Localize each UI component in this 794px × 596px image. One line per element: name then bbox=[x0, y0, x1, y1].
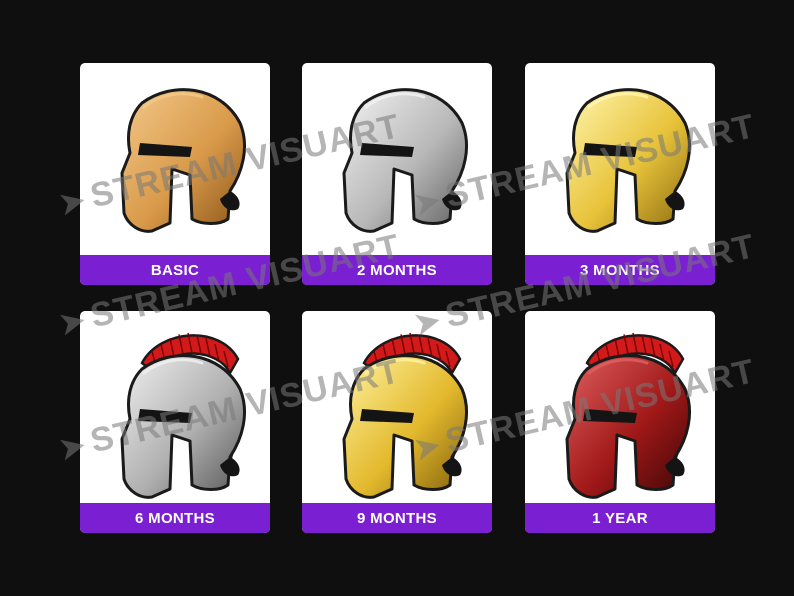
badge-label: 3 MONTHS bbox=[525, 255, 715, 285]
spartan-helmet-icon bbox=[565, 88, 692, 233]
badge-card-2-months: 2 MONTHS bbox=[302, 63, 492, 285]
spartan-helmet-icon bbox=[342, 88, 469, 233]
badge-label: 2 MONTHS bbox=[302, 255, 492, 285]
spartan-helmet-crest-icon bbox=[342, 332, 469, 499]
spartan-helmet-crest-icon bbox=[120, 332, 247, 499]
badge-card-6-months: 6 MONTHS bbox=[80, 311, 270, 533]
badge-card-1-year: 1 YEAR bbox=[525, 311, 715, 533]
badge-label: BASIC bbox=[80, 255, 270, 285]
badge-card-basic: BASIC bbox=[80, 63, 270, 285]
badge-card-9-months: 9 MONTHS bbox=[302, 311, 492, 533]
badge-card-3-months: 3 MONTHS bbox=[525, 63, 715, 285]
badge-label: 1 YEAR bbox=[525, 503, 715, 533]
badge-grid: BASIC 2 MONTHS 3 MONTHS 6 MONTHS 9 MONTH… bbox=[0, 0, 794, 596]
spartan-helmet-icon bbox=[120, 88, 247, 233]
badge-label: 6 MONTHS bbox=[80, 503, 270, 533]
badge-label: 9 MONTHS bbox=[302, 503, 492, 533]
spartan-helmet-crest-icon bbox=[565, 332, 692, 499]
